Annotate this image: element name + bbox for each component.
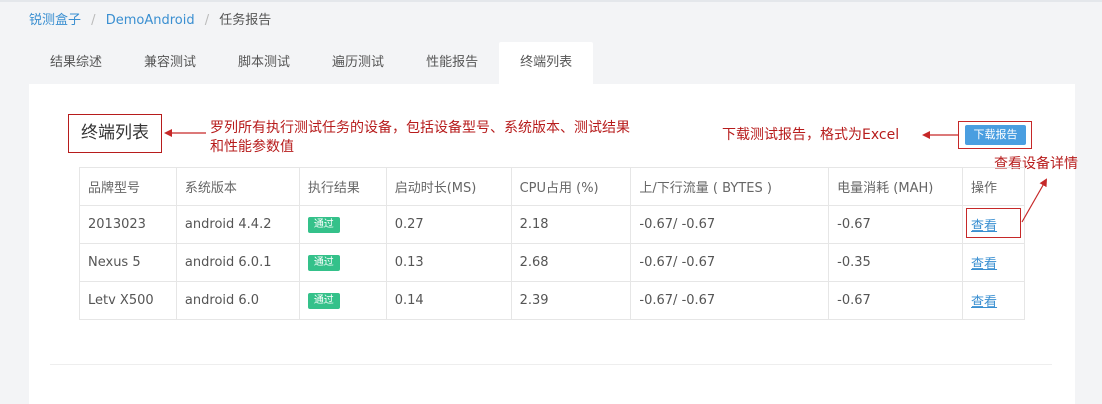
cell-os-version: android 4.4.2 — [175, 205, 300, 244]
cell-traffic: -0.67/ -0.67 — [630, 281, 830, 320]
cell-startup-time: 0.13 — [385, 243, 512, 282]
header-os-version: 系统版本 — [175, 167, 300, 206]
cell-result: 通过 — [298, 205, 387, 244]
device-table: 品牌型号 系统版本 执行结果 启动时长(MS) CPU占用 (%) 上/下行流量… — [79, 167, 1025, 320]
annotation-title-note: 罗列所有执行测试任务的设备，包括设备型号、系统版本、测试结果和性能参数值 — [210, 120, 630, 155]
cell-power: -0.67 — [828, 281, 964, 320]
cell-traffic: -0.67/ -0.67 — [630, 205, 830, 244]
breadcrumb-current: 任务报告 — [219, 13, 272, 28]
tab-device-list[interactable]: 终端列表 — [499, 42, 594, 84]
header-model: 品牌型号 — [79, 167, 177, 206]
tab-performance[interactable]: 性能报告 — [405, 42, 499, 84]
header-power: 电量消耗 (MAH) — [828, 167, 964, 206]
top-border — [0, 0, 1102, 2]
tab-summary[interactable]: 结果综述 — [29, 42, 123, 84]
tab-traversal[interactable]: 遍历测试 — [311, 42, 405, 84]
cell-cpu: 2.68 — [510, 243, 632, 282]
cell-result: 通过 — [298, 281, 387, 320]
table-row: 2013023 android 4.4.2 通过 0.27 2.18 -0.67… — [79, 205, 1025, 244]
breadcrumb-separator: / — [91, 13, 96, 28]
view-device-link[interactable]: 查看 — [971, 295, 997, 310]
cell-startup-time: 0.27 — [385, 205, 512, 244]
cell-model: 2013023 — [79, 205, 177, 244]
cell-cpu: 2.39 — [510, 281, 632, 320]
panel-divider — [50, 364, 1052, 365]
section-title: 终端列表 — [68, 114, 162, 153]
header-action: 操作 — [962, 167, 1025, 206]
pass-badge: 通过 — [307, 255, 340, 271]
pass-badge: 通过 — [307, 217, 340, 233]
pass-badge: 通过 — [307, 293, 340, 309]
cell-os-version: android 6.0.1 — [175, 243, 300, 282]
cell-model: Letv X500 — [79, 281, 177, 320]
header-traffic: 上/下行流量 ( BYTES ) — [630, 167, 830, 206]
cell-result: 通过 — [298, 243, 387, 282]
tab-compatibility[interactable]: 兼容测试 — [123, 42, 217, 84]
annotation-download-note: 下载测试报告，格式为Excel — [722, 127, 900, 143]
table-header-row: 品牌型号 系统版本 执行结果 启动时长(MS) CPU占用 (%) 上/下行流量… — [79, 167, 1025, 206]
breadcrumb: 锐测盒子 / DemoAndroid / 任务报告 — [29, 12, 271, 30]
view-device-link[interactable]: 查看 — [971, 257, 997, 272]
cell-model: Nexus 5 — [79, 243, 177, 282]
cell-action: 查看 — [962, 243, 1025, 282]
report-tabs: 结果综述 兼容测试 脚本测试 遍历测试 性能报告 终端列表 — [29, 42, 594, 84]
breadcrumb-project-link[interactable]: DemoAndroid — [106, 13, 195, 28]
view-highlight-frame — [966, 208, 1021, 238]
header-result: 执行结果 — [298, 167, 387, 206]
tab-script[interactable]: 脚本测试 — [217, 42, 311, 84]
breadcrumb-root-link[interactable]: 锐测盒子 — [29, 13, 81, 28]
cell-startup-time: 0.14 — [385, 281, 512, 320]
cell-os-version: android 6.0 — [175, 281, 300, 320]
cell-power: -0.35 — [828, 243, 964, 282]
cell-power: -0.67 — [828, 205, 964, 244]
cell-action: 查看 — [962, 281, 1025, 320]
cell-cpu: 2.18 — [510, 205, 632, 244]
header-cpu: CPU占用 (%) — [510, 167, 632, 206]
download-report-button[interactable]: 下载报告 — [965, 125, 1026, 145]
breadcrumb-separator: / — [204, 13, 210, 28]
header-startup-time: 启动时长(MS) — [385, 167, 512, 206]
table-row: Letv X500 android 6.0 通过 0.14 2.39 -0.67… — [79, 281, 1025, 320]
cell-traffic: -0.67/ -0.67 — [630, 243, 830, 282]
table-row: Nexus 5 android 6.0.1 通过 0.13 2.68 -0.67… — [79, 243, 1025, 282]
